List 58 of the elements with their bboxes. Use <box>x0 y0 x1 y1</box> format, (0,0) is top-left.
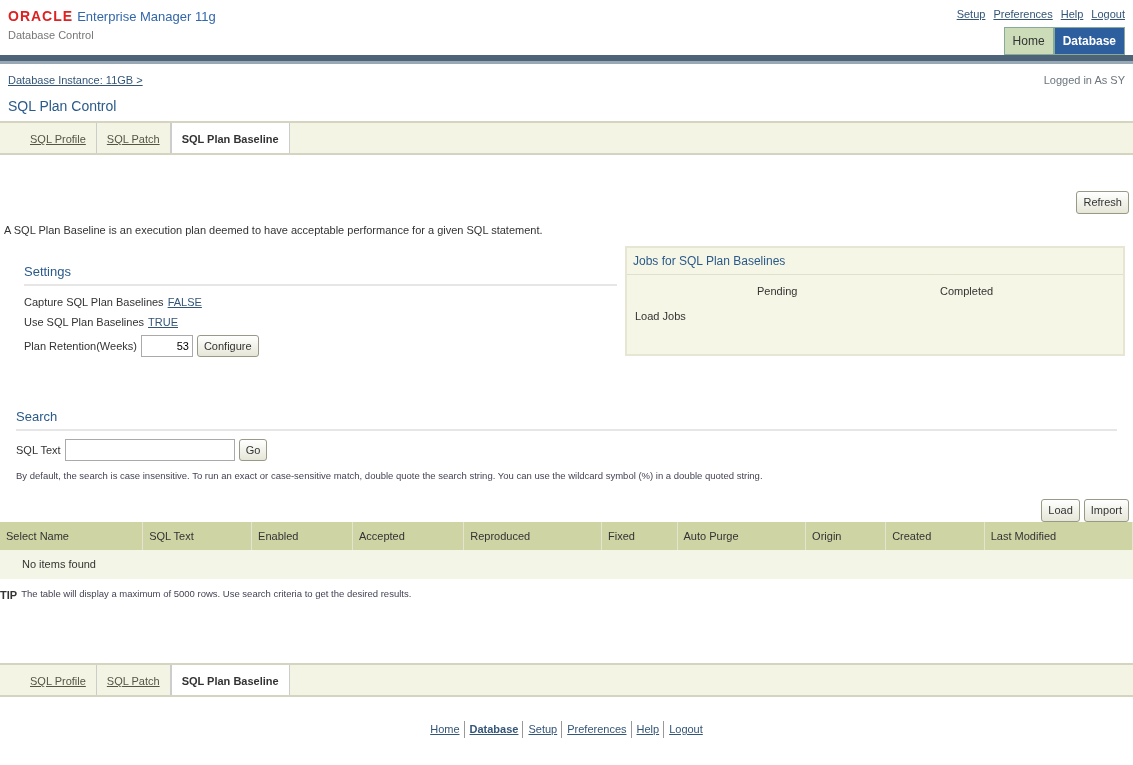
column-header: Enabled <box>251 521 353 551</box>
column-header: Accepted <box>352 521 464 551</box>
product-subtitle: Database Control <box>8 28 95 43</box>
go-button[interactable]: Go <box>238 438 268 461</box>
footer-link[interactable]: Home <box>430 721 460 738</box>
footer-link[interactable]: Preferences <box>561 721 627 738</box>
setting-value[interactable]: TRUE <box>148 314 178 331</box>
configure-button[interactable]: Configure <box>196 334 259 357</box>
subtab[interactable]: SQL Plan Baseline <box>170 665 290 696</box>
subtab[interactable]: SQL Profile <box>20 123 97 153</box>
refresh-button[interactable]: Refresh <box>1076 191 1129 214</box>
hint-text: By default, the search is case insensitive. To run an exact or case-sensitive match, double quote the search string. You can use the wildcard symbol (%) in a double quoted string. <box>16 469 764 483</box>
header-link[interactable]: Help <box>1060 6 1084 23</box>
search-field[interactable] <box>64 438 235 461</box>
empty-message: No items found <box>21 558 96 571</box>
header-link[interactable]: Preferences <box>993 6 1053 23</box>
column-header: Origin <box>805 521 886 551</box>
tip-text: The table will display a maximum of 5000 rows. Use search criteria to get the desired results. <box>21 586 412 601</box>
description-text: A SQL Plan Baseline is an execution plan deemed to have acceptable performance for a given SQL statement. <box>3 222 544 238</box>
page-title: SQL Plan Control <box>7 97 118 116</box>
column-header: Pending <box>757 284 799 299</box>
column-header: Last Modified <box>984 521 1133 551</box>
section-heading: Settings <box>24 262 617 286</box>
setting-value[interactable]: FALSE <box>167 293 202 310</box>
footer-link[interactable]: Setup <box>522 721 558 738</box>
table-button[interactable]: Load <box>1041 499 1080 522</box>
column-header: Select Name <box>0 521 143 551</box>
tip-label: TIP <box>0 587 18 603</box>
column-header: Reproduced <box>463 521 602 551</box>
global-tab[interactable]: Database <box>1053 26 1125 55</box>
setting-label: Use SQL Plan Baselines <box>24 315 145 330</box>
global-tab[interactable]: Home <box>1003 26 1054 55</box>
subtab[interactable]: SQL Patch <box>96 665 171 696</box>
column-header: SQL Text <box>142 521 252 551</box>
field-label: SQL Text <box>16 442 61 458</box>
footer-link[interactable]: Logout <box>663 721 703 738</box>
column-header: Auto Purge <box>677 521 806 551</box>
setting-label: Capture SQL Plan Baselines <box>24 294 164 310</box>
column-header: Fixed <box>601 521 677 551</box>
product-name: Enterprise Manager 11g <box>77 8 216 26</box>
section-heading: Search <box>16 407 1117 431</box>
panel-title: Jobs for SQL Plan Baselines <box>627 248 1123 275</box>
column-header: Created <box>885 521 985 551</box>
logo: ORACLE <box>8 7 74 26</box>
row-label: Load Jobs <box>634 308 687 324</box>
setting-label: Plan Retention(Weeks) <box>24 338 137 354</box>
subtab[interactable]: SQL Profile <box>20 665 97 696</box>
header-link[interactable]: Logout <box>1091 6 1125 23</box>
login-status: Logged in As SY <box>1043 72 1125 88</box>
subtab[interactable]: SQL Plan Baseline <box>170 123 290 153</box>
retention-field[interactable]: 53 <box>140 334 193 357</box>
column-header: Completed <box>940 284 995 299</box>
header-link[interactable]: Setup <box>956 6 986 23</box>
breadcrumb-link[interactable]: Database Instance: 11GB > <box>8 71 143 88</box>
footer-link[interactable]: Help <box>630 721 660 738</box>
table-button[interactable]: Import <box>1083 499 1129 522</box>
subtab[interactable]: SQL Patch <box>96 123 171 153</box>
footer-link[interactable]: Database <box>463 721 519 738</box>
